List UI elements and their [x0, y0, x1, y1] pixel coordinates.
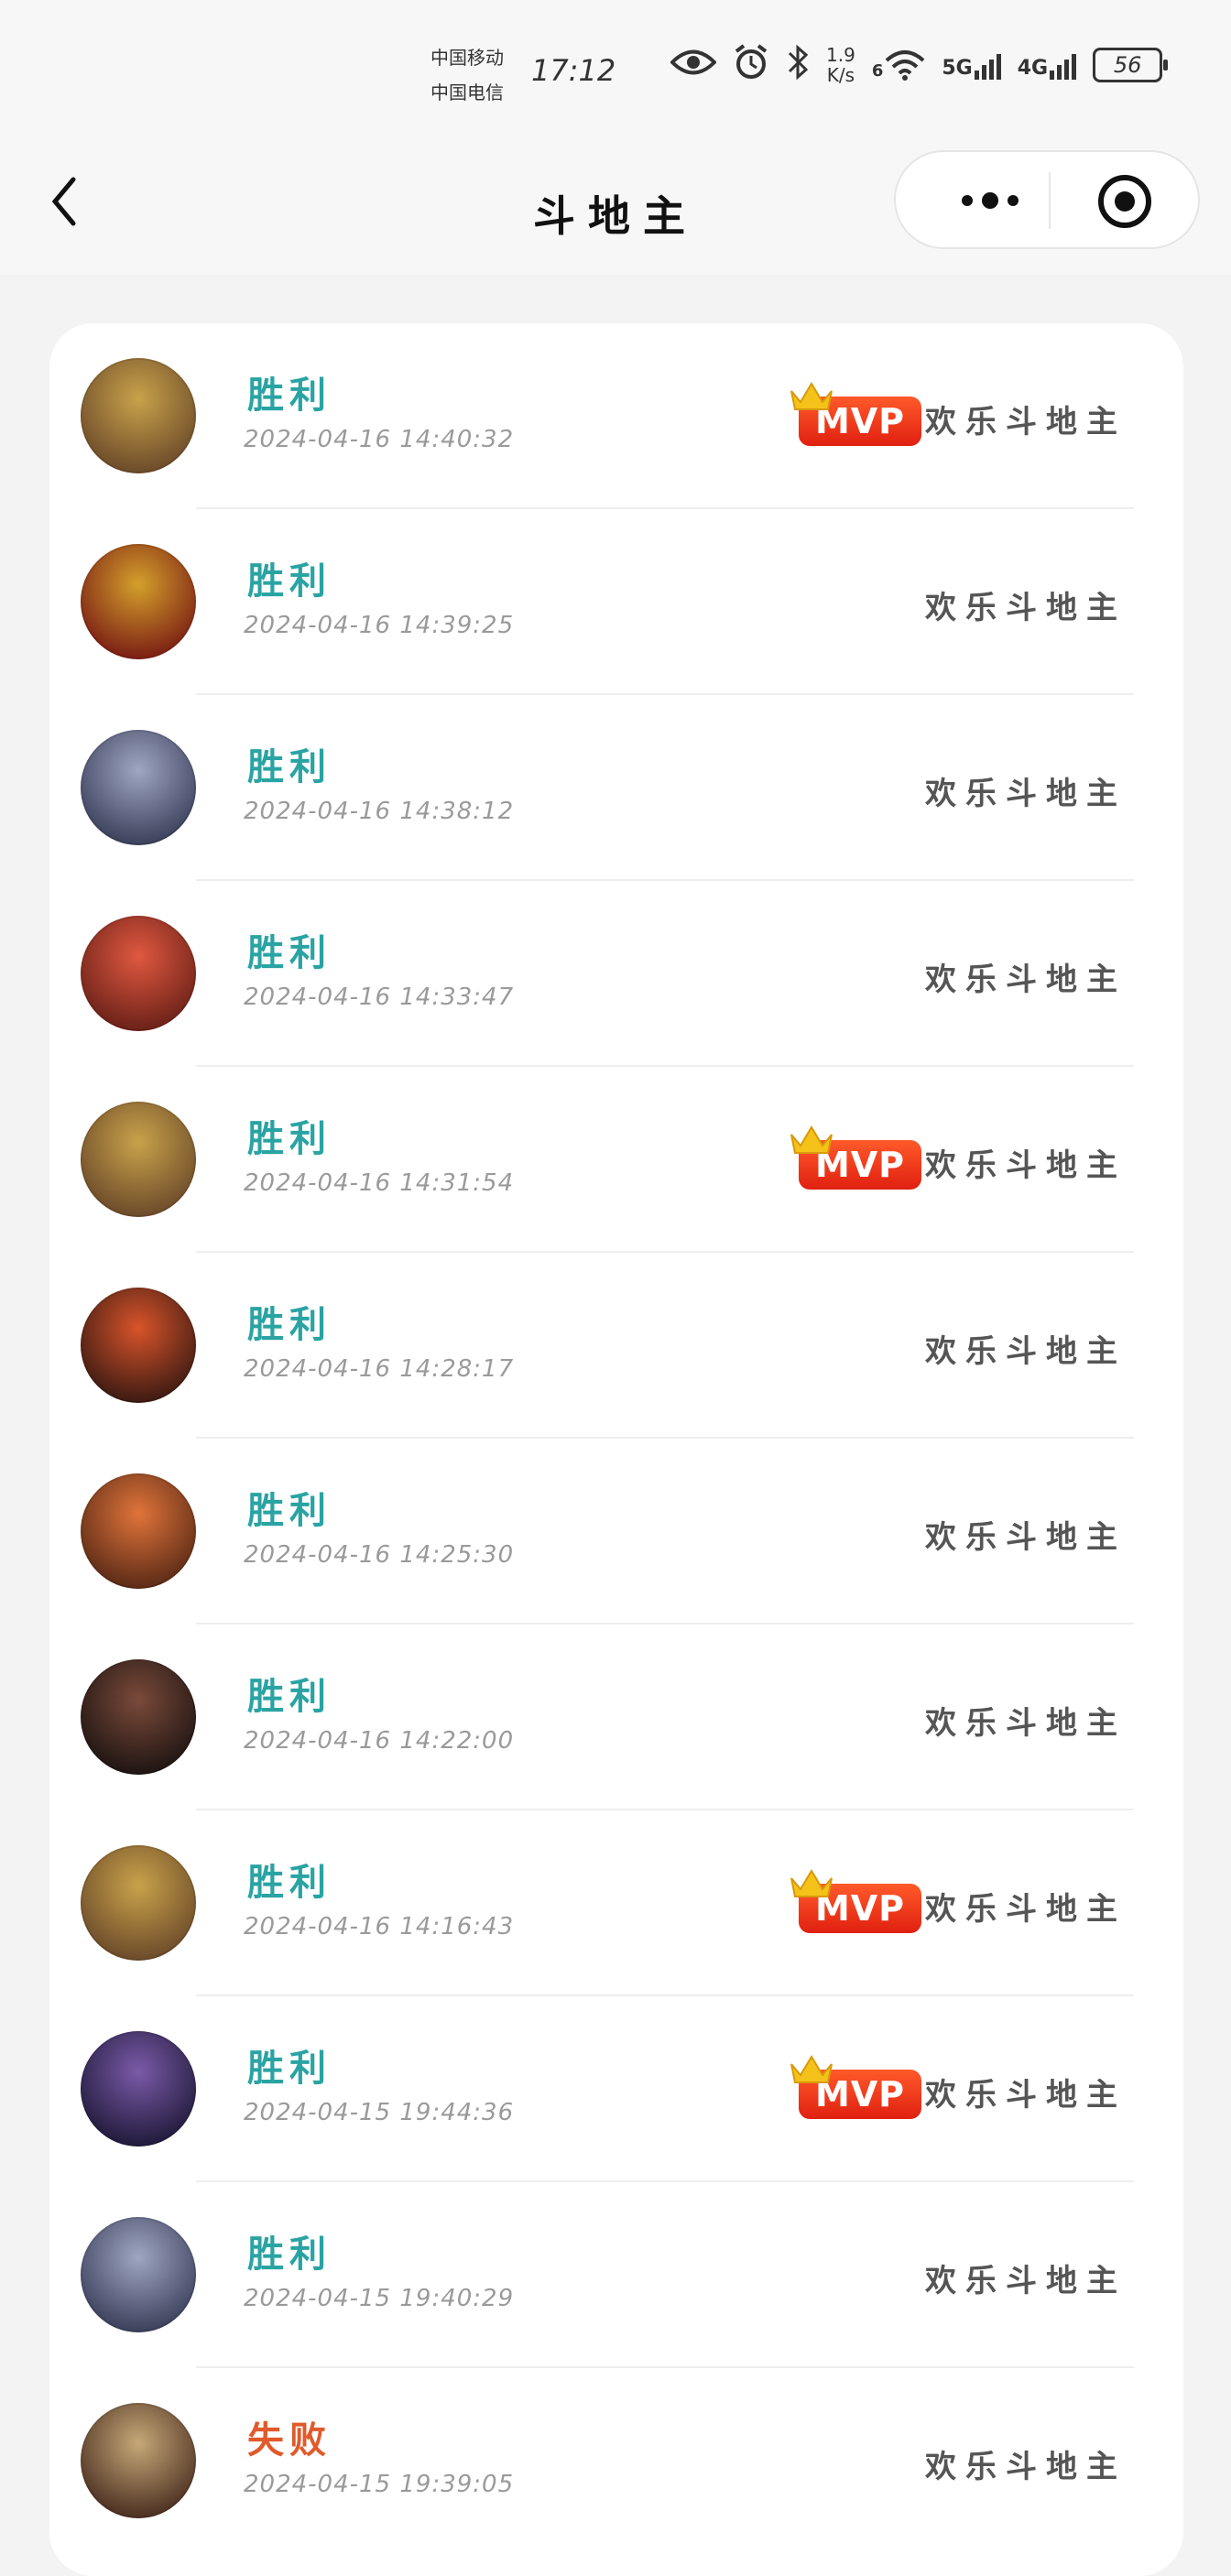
status-bar: 中国移动 中国电信 17:12 1.9 K/s 6 5G 4G 56 — [0, 0, 1231, 147]
wifi-icon: 6 — [872, 49, 926, 81]
dot-icon — [1008, 195, 1019, 206]
status-time: 17:12 — [531, 53, 616, 88]
match-time: 2024-04-16 14:40:32 — [244, 426, 515, 453]
game-mode: 欢乐斗地主 — [925, 962, 1127, 998]
match-result: 胜利 — [247, 1118, 332, 1160]
mini-program-capsule — [894, 150, 1200, 249]
record-row[interactable]: 胜利 2024-04-16 14:22:00 欢乐斗地主 — [49, 1625, 1183, 1810]
match-time: 2024-04-16 14:22:00 — [244, 1727, 515, 1755]
match-result: 胜利 — [247, 1304, 332, 1346]
game-mode: 欢乐斗地主 — [925, 2263, 1127, 2299]
more-button[interactable] — [940, 178, 1040, 223]
match-time: 2024-04-15 19:44:36 — [244, 2099, 515, 2126]
hero-avatar — [81, 1659, 196, 1775]
match-result: 胜利 — [247, 932, 332, 974]
match-time: 2024-04-16 14:28:17 — [244, 1355, 515, 1383]
dot-icon — [982, 192, 998, 209]
record-row[interactable]: 胜利 2024-04-16 14:31:54 MVP 欢乐斗地主 — [49, 1067, 1183, 1253]
match-time: 2024-04-16 14:31:54 — [244, 1169, 515, 1197]
dot-icon — [962, 195, 973, 206]
crown-icon — [790, 1869, 833, 1897]
mvp-badge: MVP — [788, 1865, 925, 1933]
record-row[interactable]: 胜利 2024-04-16 14:39:25 欢乐斗地主 — [49, 509, 1183, 695]
game-mode: 欢乐斗地主 — [925, 590, 1127, 626]
match-time: 2024-04-16 14:25:30 — [244, 1541, 515, 1569]
nav-bar: 斗地主 — [0, 147, 1231, 275]
mvp-badge: MVP — [788, 2051, 925, 2119]
hero-avatar — [81, 730, 196, 845]
record-row[interactable]: 胜利 2024-04-16 14:40:32 MVP 欢乐斗地主 — [49, 323, 1183, 509]
match-result: 胜利 — [247, 746, 332, 788]
mvp-badge: MVP — [788, 378, 925, 446]
crown-icon — [790, 2055, 833, 2083]
record-row[interactable]: 胜利 2024-04-16 14:25:30 欢乐斗地主 — [49, 1439, 1183, 1625]
carrier-info: 中国移动 中国电信 — [430, 40, 504, 110]
match-time: 2024-04-15 19:40:29 — [244, 2285, 515, 2312]
match-time: 2024-04-16 14:39:25 — [244, 612, 515, 639]
match-result: 胜利 — [247, 2234, 332, 2276]
match-time: 2024-04-16 14:38:12 — [244, 798, 515, 825]
game-mode: 欢乐斗地主 — [925, 1519, 1127, 1556]
hero-avatar — [81, 2217, 196, 2332]
record-row[interactable]: 胜利 2024-04-15 19:40:29 欢乐斗地主 — [49, 2182, 1183, 2368]
net-speed: 1.9 K/s — [826, 44, 855, 86]
game-mode: 欢乐斗地主 — [925, 1333, 1127, 1370]
crown-icon — [790, 382, 833, 410]
record-row[interactable]: 失败 2024-04-15 19:39:05 欢乐斗地主 — [49, 2368, 1183, 2554]
match-result: 失败 — [247, 2419, 332, 2462]
hero-avatar — [81, 2403, 196, 2518]
alarm-icon — [733, 44, 769, 86]
bluetooth-icon — [786, 44, 810, 86]
match-result: 胜利 — [247, 2048, 332, 2090]
record-row[interactable]: 胜利 2024-04-16 14:28:17 欢乐斗地主 — [49, 1253, 1183, 1439]
game-mode: 欢乐斗地主 — [925, 776, 1127, 812]
game-mode: 欢乐斗地主 — [925, 1705, 1127, 1742]
eye-icon — [670, 47, 717, 83]
close-button[interactable] — [1095, 172, 1154, 231]
match-result: 胜利 — [247, 1862, 332, 1904]
match-time: 2024-04-16 14:16:43 — [244, 1913, 515, 1940]
status-icons: 1.9 K/s 6 5G 4G 56 — [670, 44, 1169, 86]
target-close-icon — [1098, 175, 1151, 228]
signal-4g-icon: 4G — [1018, 50, 1077, 80]
match-time: 2024-04-16 14:33:47 — [244, 984, 515, 1011]
game-mode: 欢乐斗地主 — [925, 1891, 1127, 1928]
record-row[interactable]: 胜利 2024-04-16 14:33:47 欢乐斗地主 — [49, 881, 1183, 1067]
match-result: 胜利 — [247, 1676, 332, 1718]
record-row[interactable]: 胜利 2024-04-16 14:38:12 欢乐斗地主 — [49, 695, 1183, 881]
hero-avatar — [81, 916, 196, 1031]
game-mode: 欢乐斗地主 — [925, 404, 1127, 440]
hero-avatar — [81, 1288, 196, 1403]
game-mode: 欢乐斗地主 — [925, 2077, 1127, 2114]
match-time: 2024-04-15 19:39:05 — [244, 2471, 515, 2498]
signal-5g-icon: 5G — [942, 50, 1001, 80]
record-row[interactable]: 胜利 2024-04-16 14:16:43 MVP 欢乐斗地主 — [49, 1810, 1183, 1996]
hero-avatar — [81, 2031, 196, 2147]
match-result: 胜利 — [247, 560, 332, 603]
game-mode: 欢乐斗地主 — [925, 2449, 1127, 2485]
hero-avatar — [81, 358, 196, 473]
match-result: 胜利 — [247, 375, 332, 417]
record-list: 胜利 2024-04-16 14:40:32 MVP 欢乐斗地主 胜利 2024-04-1… — [49, 323, 1183, 2576]
hero-avatar — [81, 1845, 196, 1961]
hero-avatar — [81, 1473, 196, 1589]
mvp-badge: MVP — [788, 1122, 925, 1190]
hero-avatar — [81, 544, 196, 659]
match-result: 胜利 — [247, 1490, 332, 1532]
capsule-divider — [1049, 172, 1051, 229]
crown-icon — [790, 1125, 833, 1154]
battery-icon: 56 — [1093, 48, 1169, 82]
carrier-1: 中国移动 — [430, 47, 504, 69]
hero-avatar — [81, 1102, 196, 1217]
carrier-2: 中国电信 — [430, 82, 504, 103]
record-row[interactable]: 胜利 2024-04-15 19:44:36 MVP 欢乐斗地主 — [49, 1996, 1183, 2182]
game-mode: 欢乐斗地主 — [925, 1147, 1127, 1184]
